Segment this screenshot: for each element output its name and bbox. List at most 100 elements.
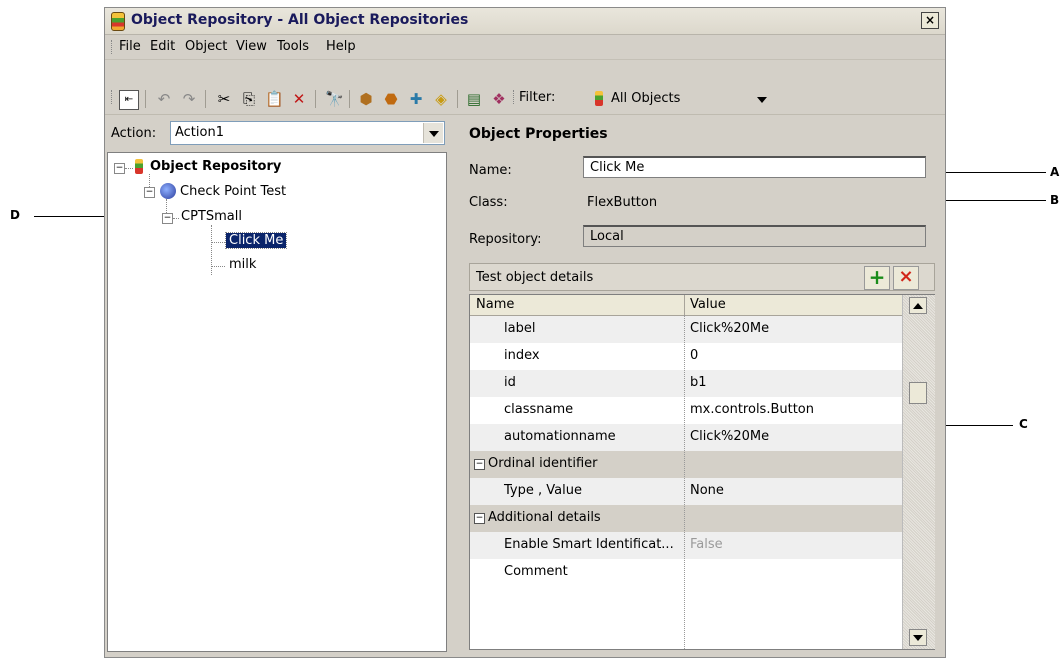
associate-icon[interactable]: ◈: [432, 90, 450, 108]
action-value: Action1: [175, 125, 224, 140]
collapse-icon[interactable]: −: [474, 459, 485, 470]
menu-view[interactable]: View: [236, 39, 267, 54]
column-header-name[interactable]: Name: [476, 297, 514, 312]
property-name: Type , Value: [504, 483, 582, 498]
callout-d: D: [10, 208, 20, 222]
highlight-icon[interactable]: ▤: [465, 90, 483, 108]
scroll-down-button[interactable]: [909, 629, 927, 646]
grid-header: Name Value: [470, 295, 902, 316]
tree-connector: [173, 218, 179, 219]
callout-c: C: [1019, 417, 1028, 431]
menu-help[interactable]: Help: [326, 39, 356, 54]
tree-node-milk[interactable]: milk: [229, 257, 256, 272]
test-object-details-header: Test object details + ×: [469, 263, 935, 291]
toolbar-separator: [457, 90, 458, 108]
update-objects-icon[interactable]: ⬣: [382, 90, 400, 108]
name-label: Name:: [469, 163, 512, 178]
group-row-ordinal-identifier[interactable]: − Ordinal identifier: [470, 451, 902, 478]
find-icon[interactable]: 🔭: [325, 90, 344, 108]
table-row[interactable]: Enable Smart Identificat... False: [470, 532, 902, 559]
table-row[interactable]: index 0: [470, 343, 902, 370]
undo-icon[interactable]: ↶: [155, 90, 173, 108]
paste-icon[interactable]: 📋: [265, 90, 284, 108]
close-button[interactable]: ×: [921, 12, 939, 29]
tree-node-click-me[interactable]: Click Me: [224, 232, 288, 249]
table-row[interactable]: Type , Value None: [470, 478, 902, 505]
properties-icon[interactable]: ❖: [490, 90, 508, 108]
class-value: FlexButton: [587, 195, 658, 210]
callout-b: B: [1050, 193, 1060, 207]
action-dropdown-button[interactable]: [423, 123, 443, 143]
menu-edit[interactable]: Edit: [150, 39, 175, 54]
arrow-up-icon: [913, 303, 923, 309]
scroll-thumb[interactable]: [909, 382, 927, 404]
merge-icon[interactable]: ✚: [407, 90, 425, 108]
cut-icon[interactable]: ✂: [215, 90, 233, 108]
toolbar-grip[interactable]: [513, 90, 516, 104]
menu-object[interactable]: Object: [185, 39, 227, 54]
menu-grip[interactable]: [111, 40, 114, 54]
window-title: Object Repository - All Object Repositor…: [131, 12, 469, 28]
add-objects-icon[interactable]: ⬢: [357, 90, 375, 108]
scroll-up-button[interactable]: [909, 297, 927, 314]
add-property-button[interactable]: +: [864, 266, 890, 290]
delete-property-button[interactable]: ×: [893, 266, 919, 290]
property-name: index: [504, 348, 540, 363]
table-row[interactable]: label Click%20Me: [470, 316, 902, 343]
name-value: Click Me: [590, 160, 645, 175]
chevron-down-icon[interactable]: [757, 97, 767, 103]
property-name: classname: [504, 402, 574, 417]
tree-connector: [211, 242, 225, 243]
column-divider[interactable]: [684, 295, 685, 315]
property-name: automationname: [504, 429, 616, 444]
chevron-down-icon: [429, 131, 439, 137]
callout-a: A: [1050, 165, 1060, 179]
repository-icon: [135, 159, 143, 174]
menu-bar: File Edit Object View Tools Help: [105, 35, 945, 60]
tree-root[interactable]: Object Repository: [150, 159, 281, 174]
property-value: 0: [690, 348, 699, 363]
table-row[interactable]: classname mx.controls.Button: [470, 397, 902, 424]
object-spy-icon[interactable]: ⇤: [119, 90, 139, 110]
tree-connector: [166, 199, 167, 213]
repository-value: Local: [590, 229, 624, 244]
action-label: Action:: [111, 126, 157, 141]
group-name: Additional details: [488, 510, 601, 525]
collapse-icon[interactable]: −: [474, 513, 485, 524]
menu-tools[interactable]: Tools: [277, 39, 309, 54]
collapse-icon[interactable]: −: [162, 213, 173, 224]
property-name: id: [504, 375, 516, 390]
class-label: Class:: [469, 195, 508, 210]
group-row-additional-details[interactable]: − Additional details: [470, 505, 902, 532]
copy-icon[interactable]: ⎘: [240, 90, 258, 108]
table-row[interactable]: automationname Click%20Me: [470, 424, 902, 451]
globe-icon: [160, 183, 176, 199]
redo-icon[interactable]: ↷: [180, 90, 198, 108]
column-divider: [684, 315, 685, 649]
property-name: Enable Smart Identificat...: [504, 537, 674, 552]
column-header-value[interactable]: Value: [690, 297, 726, 312]
tree-node-cptsmall[interactable]: CPTSmall: [181, 209, 242, 224]
vertical-scrollbar[interactable]: [902, 295, 935, 649]
property-value: mx.controls.Button: [690, 402, 815, 417]
collapse-icon[interactable]: −: [144, 187, 155, 198]
filter-value: All Objects: [611, 91, 681, 106]
toolbar-grip[interactable]: [111, 90, 114, 104]
object-properties-title: Object Properties: [469, 126, 608, 142]
object-tree[interactable]: − Object Repository − Check Point Test −…: [107, 152, 447, 652]
tree-node-check-point-test[interactable]: Check Point Test: [180, 184, 286, 199]
menu-file[interactable]: File: [119, 39, 141, 54]
action-select[interactable]: Action1: [170, 121, 445, 145]
collapse-icon[interactable]: −: [114, 163, 125, 174]
properties-grid[interactable]: Name Value label Click%20Me index 0 id b…: [469, 294, 935, 650]
table-row[interactable]: id b1: [470, 370, 902, 397]
filter-dropdown[interactable]: All Objects: [591, 88, 781, 110]
name-field[interactable]: Click Me: [583, 156, 926, 178]
tree-connector: [211, 266, 225, 267]
property-value: None: [690, 483, 724, 498]
table-row[interactable]: Comment: [470, 559, 902, 586]
delete-icon[interactable]: ✕: [290, 90, 308, 108]
property-value: Click%20Me: [690, 321, 770, 336]
group-name: Ordinal identifier: [488, 456, 598, 471]
property-value: False: [690, 537, 723, 552]
